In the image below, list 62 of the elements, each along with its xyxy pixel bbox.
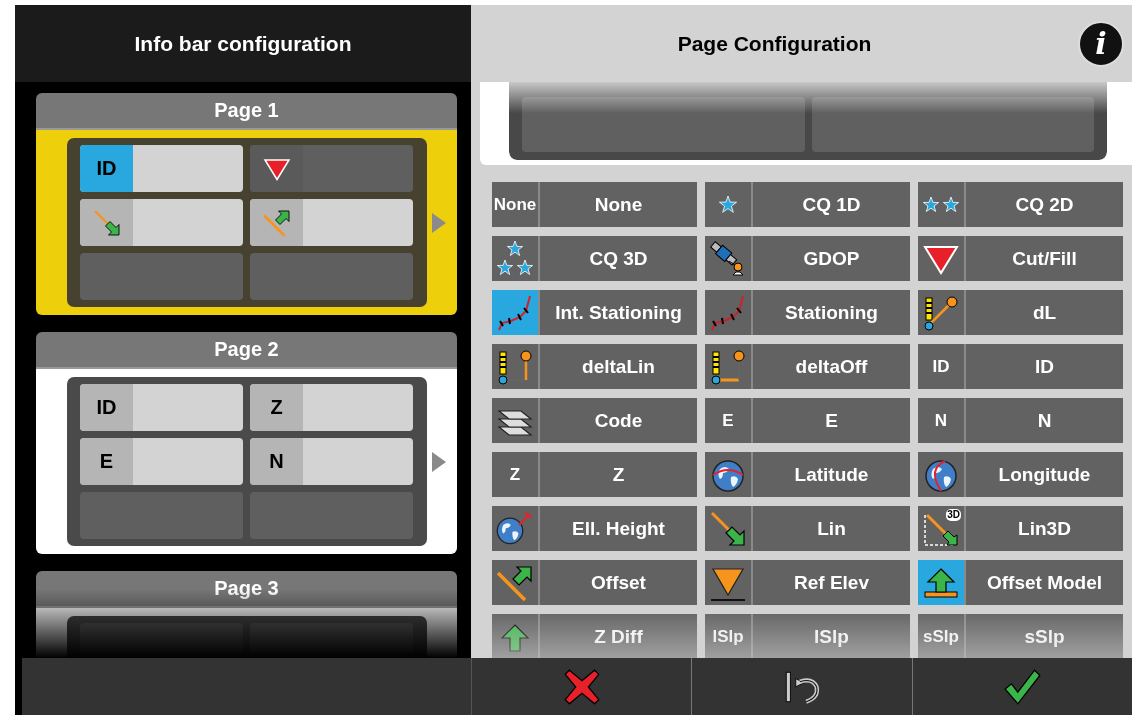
option-button[interactable]: Ell. Height [492, 506, 697, 551]
page-slot[interactable] [250, 253, 413, 300]
page-slot[interactable]: ID [80, 384, 243, 431]
option-button[interactable]: ID ID [918, 344, 1123, 389]
option-button[interactable]: Code [492, 398, 697, 443]
option-button[interactable]: CQ 1D [705, 182, 910, 227]
slot-abbreviation: N [250, 438, 303, 485]
option-button[interactable]: CQ 3D [492, 236, 697, 281]
option-abbreviation: None [492, 182, 540, 227]
option-button[interactable]: CQ 2D [918, 182, 1123, 227]
slot-abbreviation: ID [80, 384, 133, 431]
option-button[interactable]: Stationing [705, 290, 910, 335]
option-button[interactable]: Offset Model [918, 560, 1123, 605]
option-button[interactable]: lSlp lSlp [705, 614, 910, 658]
option-button[interactable]: Ref Elev [705, 560, 910, 605]
panel-title: Info bar configuration [134, 31, 352, 56]
option-button[interactable]: Longitude [918, 452, 1123, 497]
option-button[interactable]: 3D Lin3D [918, 506, 1123, 551]
panel-title: Page Configuration [676, 31, 873, 56]
option-button[interactable]: Z Diff [492, 614, 697, 658]
option-button[interactable]: Offset [492, 560, 697, 605]
page-slot[interactable] [522, 97, 805, 152]
slot-abbreviation: ID [80, 145, 133, 192]
page-slot[interactable]: N [250, 438, 413, 485]
icon-badge: 3D [946, 509, 961, 521]
page-header[interactable]: Page 3 [36, 571, 457, 608]
page-slot[interactable] [250, 145, 413, 192]
page-card[interactable]: ID [36, 130, 457, 315]
option-abbreviation: E [705, 398, 753, 443]
page-header[interactable]: Page 1 [36, 93, 457, 130]
caret-icon[interactable] [432, 451, 446, 472]
option-button[interactable]: dL [918, 290, 1123, 335]
option-abbreviation: Z [492, 452, 540, 497]
option-abbreviation: ID [918, 344, 966, 389]
slot-abbreviation: Z [250, 384, 303, 431]
option-button[interactable]: Int. Stationing [492, 290, 697, 335]
option-button[interactable]: Cut/Fill [918, 236, 1123, 281]
option-button[interactable]: deltaOff [705, 344, 910, 389]
option-button[interactable]: Z Z [492, 452, 697, 497]
page-slot[interactable] [80, 253, 243, 300]
caret-icon[interactable] [432, 212, 446, 233]
page-card[interactable]: ID Z E N [36, 369, 457, 554]
option-button[interactable]: E E [705, 398, 910, 443]
option-abbreviation: N [918, 398, 966, 443]
page-slot[interactable]: Z [250, 384, 413, 431]
option-button[interactable]: Latitude [705, 452, 910, 497]
option-button[interactable]: GDOP [705, 236, 910, 281]
info-button[interactable]: i [1078, 20, 1124, 67]
option-button[interactable]: N N [918, 398, 1123, 443]
slot-abbreviation: E [80, 438, 133, 485]
offset-arrow-icon [261, 207, 292, 238]
option-button[interactable]: None None [492, 182, 697, 227]
page-slot[interactable] [250, 199, 413, 246]
page-slot[interactable]: E [80, 438, 243, 485]
option-button[interactable]: deltaLin [492, 344, 697, 389]
arrow-line-icon [91, 207, 122, 238]
page-slot[interactable]: ID [80, 145, 243, 192]
page-header[interactable]: Page 2 [36, 332, 457, 369]
option-button[interactable]: sSlp sSlp [918, 614, 1123, 658]
option-button[interactable]: Lin [705, 506, 910, 551]
page-slot[interactable] [811, 97, 1094, 152]
page-slot[interactable] [80, 199, 243, 246]
